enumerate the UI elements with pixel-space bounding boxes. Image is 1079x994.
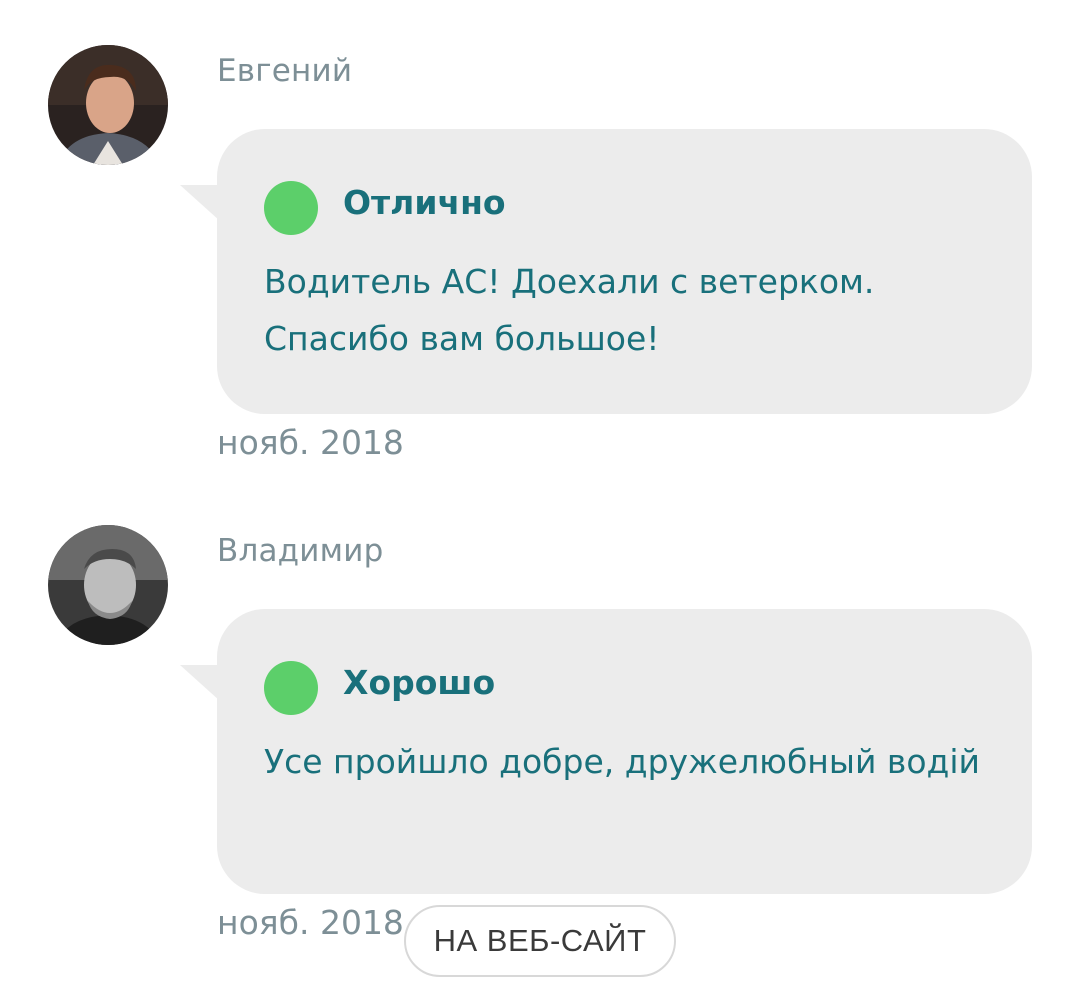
rating-label: Хорошо <box>343 663 496 702</box>
review-author: Владимир <box>217 533 384 569</box>
review-bubble: Хорошо Усе пройшло добре, дружелюбный во… <box>217 609 1032 894</box>
rating-label: Отлично <box>343 183 506 222</box>
review-text: Усе пройшло добре, дружелюбный водій <box>264 742 980 781</box>
rating-indicator-icon <box>264 181 318 235</box>
avatar <box>48 45 168 165</box>
bubble-tail <box>180 665 220 701</box>
avatar-photo <box>48 525 168 645</box>
review-date: нояб. 2018 <box>217 423 404 462</box>
website-button[interactable]: НА ВЕБ-САЙТ <box>404 905 676 977</box>
avatar-photo <box>48 45 168 165</box>
review-author: Евгений <box>217 53 353 89</box>
bubble-tail <box>180 185 220 221</box>
review-bubble: Отлично Водитель АС! Доехали с ветерком.… <box>217 129 1032 414</box>
review-date: нояб. 2018 <box>217 903 404 942</box>
avatar <box>48 525 168 645</box>
rating-indicator-icon <box>264 661 318 715</box>
review-text: Водитель АС! Доехали с ветерком. Спасибо… <box>264 262 875 358</box>
